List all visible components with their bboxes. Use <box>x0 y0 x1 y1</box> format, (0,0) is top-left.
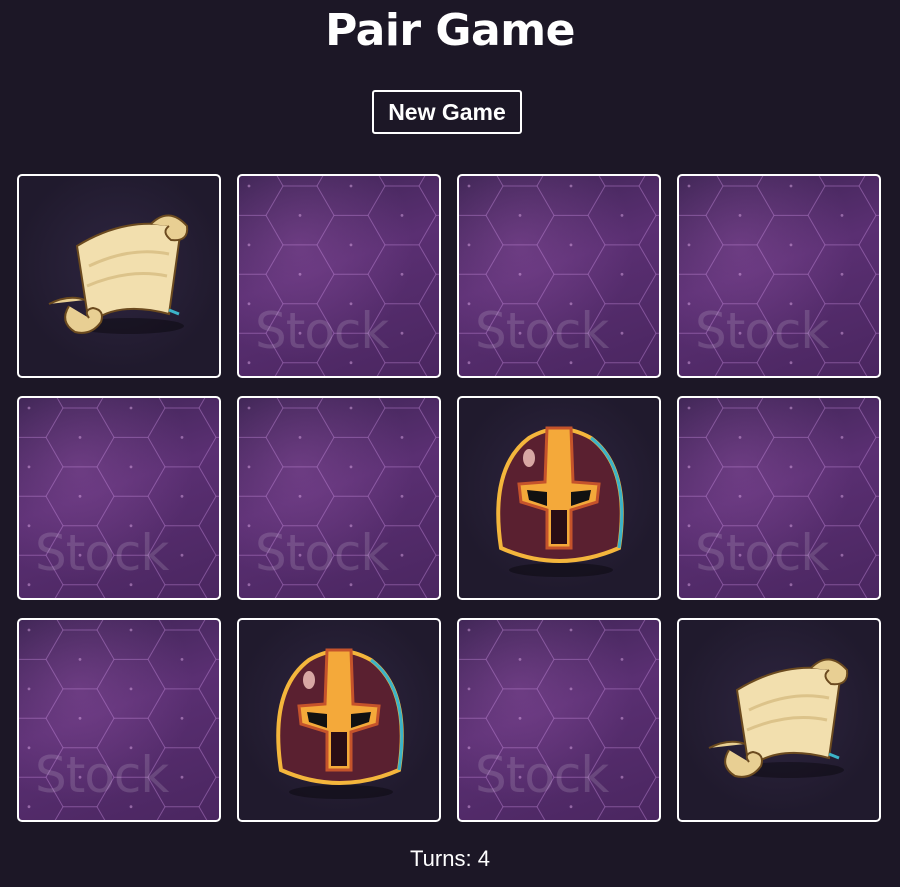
pair-game-app: Pair Game New Game Stock Stock Stock Stock S… <box>0 0 900 887</box>
card-5[interactable]: Stock <box>17 396 221 600</box>
card-grid: Stock Stock Stock Stock Stock Stock Stock Stock <box>17 174 881 822</box>
watermark-text: Stock <box>35 746 169 804</box>
card-12[interactable] <box>677 618 881 822</box>
card-2[interactable]: Stock <box>237 174 441 378</box>
card-9[interactable]: Stock <box>17 618 221 822</box>
card-1[interactable] <box>17 174 221 378</box>
watermark-text: Stock <box>475 302 609 360</box>
watermark-text: Stock <box>35 524 169 582</box>
watermark-text: Stock <box>255 302 389 360</box>
card-11[interactable]: Stock <box>457 618 661 822</box>
new-game-button[interactable]: New Game <box>372 90 522 134</box>
card-10[interactable] <box>237 618 441 822</box>
card-8[interactable]: Stock <box>677 396 881 600</box>
card-3[interactable]: Stock <box>457 174 661 378</box>
scroll-icon <box>708 658 849 778</box>
card-6[interactable]: Stock <box>237 396 441 600</box>
watermark-text: Stock <box>695 302 829 360</box>
helmet-icon <box>276 648 404 799</box>
turns-counter: Turns: 4 <box>410 846 490 871</box>
card-4[interactable]: Stock <box>677 174 881 378</box>
scroll-icon <box>48 214 189 334</box>
watermark-text: Stock <box>475 746 609 804</box>
page-title: Pair Game <box>325 5 575 56</box>
card-7[interactable] <box>457 396 661 600</box>
watermark-text: Stock <box>695 524 829 582</box>
watermark-text: Stock <box>255 524 389 582</box>
helmet-icon <box>496 426 624 577</box>
